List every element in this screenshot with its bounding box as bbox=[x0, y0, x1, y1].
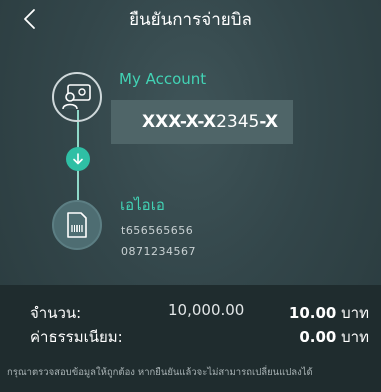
bill-payment-confirm-screen: ยืนยันการจ่ายบิล My Account XXX-X-X 2345-… bbox=[0, 0, 381, 392]
from-account-label: My Account bbox=[119, 70, 207, 88]
amount-value: 10,000.00 bbox=[168, 301, 245, 319]
currency-label: บาท bbox=[341, 304, 369, 322]
biller-name: เอไอเอ bbox=[120, 196, 165, 214]
from-account-node bbox=[52, 72, 102, 122]
fee-value: 0.00 bbox=[299, 328, 337, 346]
page-title: ยืนยันการจ่ายบิล bbox=[129, 10, 252, 30]
amount-label: จำนวน: bbox=[30, 304, 82, 322]
to-biller-node bbox=[52, 200, 102, 250]
arrow-down-icon bbox=[73, 153, 83, 165]
account-number-suffix: -X bbox=[259, 112, 279, 132]
account-card-icon bbox=[62, 84, 91, 110]
amount-total: 10.00 บาท bbox=[289, 301, 369, 325]
biller-ref-1: t656565656 bbox=[121, 224, 194, 237]
fee-total: 0.00 บาท bbox=[299, 325, 369, 349]
header: ยืนยันการจ่ายบิล bbox=[0, 0, 381, 38]
account-number-prefix: XXX-X-X bbox=[142, 112, 217, 132]
flow-arrow bbox=[66, 147, 90, 171]
amount-total-value: 10.00 bbox=[288, 304, 337, 322]
confirmation-note: กรุณาตรวจสอบข้อมูลให้ถูกต้อง หากยืนยันแล… bbox=[7, 367, 313, 378]
from-account-number: XXX-X-X 2345 -X bbox=[111, 100, 293, 144]
fee-label: ค่าธรรมเนียม: bbox=[30, 328, 123, 346]
currency-label: บาท bbox=[341, 328, 369, 346]
account-number-mid: 2345 bbox=[216, 112, 260, 132]
biller-ref-2: 0871234567 bbox=[121, 245, 196, 258]
bill-document-icon bbox=[67, 212, 87, 238]
